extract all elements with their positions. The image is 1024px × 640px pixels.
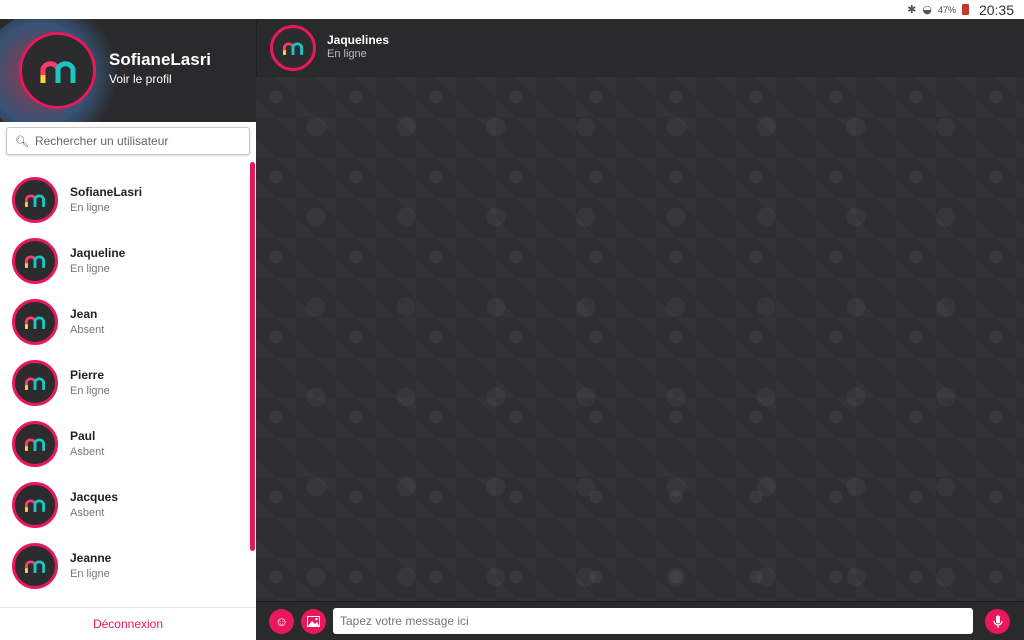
- avatar: [12, 237, 58, 284]
- image-button[interactable]: [301, 609, 326, 634]
- avatar: [12, 542, 58, 589]
- image-icon: [307, 616, 320, 627]
- composer-bar: ☺: [256, 601, 1024, 640]
- avatar: [12, 359, 58, 406]
- message-input[interactable]: [333, 608, 973, 634]
- app-logo-icon: [283, 42, 303, 55]
- avatar: [12, 298, 58, 345]
- user-status: En ligne: [70, 385, 110, 397]
- app-logo-icon: [25, 194, 45, 207]
- microphone-icon: [992, 615, 1003, 628]
- user-name: Jaqueline: [70, 246, 126, 260]
- app-logo-icon: [25, 499, 45, 512]
- list-item[interactable]: Jean Absent: [0, 291, 256, 352]
- avatar: [12, 481, 58, 528]
- list-item[interactable]: Jaqueline En ligne: [0, 230, 256, 291]
- search-icon: 🔍︎: [15, 135, 29, 148]
- search-box[interactable]: 🔍︎: [6, 127, 250, 155]
- user-name: Pierre: [70, 368, 105, 382]
- user-name: Jean: [70, 307, 98, 321]
- battery-percent: 47%: [937, 4, 956, 15]
- contacts-panel: SofianeLasri Voir le profil 🔍︎ SofianeLa…: [0, 19, 256, 640]
- microphone-button[interactable]: [985, 609, 1010, 634]
- emoji-icon: ☺: [274, 614, 289, 629]
- user-status: Absent: [70, 324, 105, 336]
- user-name: Jeanne: [70, 551, 112, 565]
- chat-header: Jaquelines En ligne: [256, 19, 1024, 77]
- status-bar: ✱ ◒ 47% 20:35: [0, 0, 1024, 19]
- clock: 20:35: [978, 1, 1014, 18]
- app-logo-icon: [25, 255, 45, 268]
- chat-contact-status: En ligne: [327, 48, 367, 60]
- chat-avatar[interactable]: [270, 25, 316, 71]
- app-logo-icon: [25, 377, 45, 390]
- app-logo-icon: [40, 60, 75, 83]
- user-name: Jacques: [70, 490, 119, 504]
- emoji-button[interactable]: ☺: [269, 609, 294, 634]
- user-status: En ligne: [70, 568, 110, 580]
- view-profile-link[interactable]: Voir le profil: [109, 72, 172, 86]
- logout-label: Déconnexion: [92, 617, 164, 631]
- scrollbar-thumb[interactable]: [250, 162, 255, 551]
- avatar: [12, 176, 58, 223]
- user-status: Asbent: [70, 446, 105, 458]
- user-list: SofianeLasri En ligne Jaqueline En ligne J…: [0, 169, 256, 606]
- profile-avatar[interactable]: [19, 32, 96, 109]
- logout-button[interactable]: Déconnexion: [0, 607, 256, 640]
- list-item[interactable]: Pierre En ligne: [0, 352, 256, 413]
- battery-icon: [961, 4, 969, 15]
- profile-name: SofianeLasri: [109, 50, 212, 69]
- user-name: SofianeLasri: [70, 185, 143, 199]
- user-status: En ligne: [70, 263, 110, 275]
- app-logo-icon: [25, 438, 45, 451]
- user-name: Paul: [70, 429, 96, 443]
- user-status: Asbent: [70, 507, 105, 519]
- profile-header[interactable]: SofianeLasri Voir le profil: [0, 19, 256, 122]
- app-logo-icon: [25, 316, 45, 329]
- user-status: En ligne: [70, 202, 110, 214]
- list-item[interactable]: Jeanne En ligne: [0, 535, 256, 596]
- app-logo-icon: [25, 560, 45, 573]
- list-item[interactable]: Jacques Asbent: [0, 474, 256, 535]
- list-item[interactable]: Paul Asbent: [0, 413, 256, 474]
- list-item[interactable]: SofianeLasri En ligne: [0, 169, 256, 230]
- bluetooth-icon: ✱: [907, 3, 917, 16]
- chat-contact-name: Jaquelines: [327, 33, 390, 47]
- search-input[interactable]: [34, 134, 235, 148]
- wifi-icon: ◒: [922, 3, 932, 16]
- message-area[interactable]: [256, 77, 1024, 601]
- avatar: [12, 420, 58, 467]
